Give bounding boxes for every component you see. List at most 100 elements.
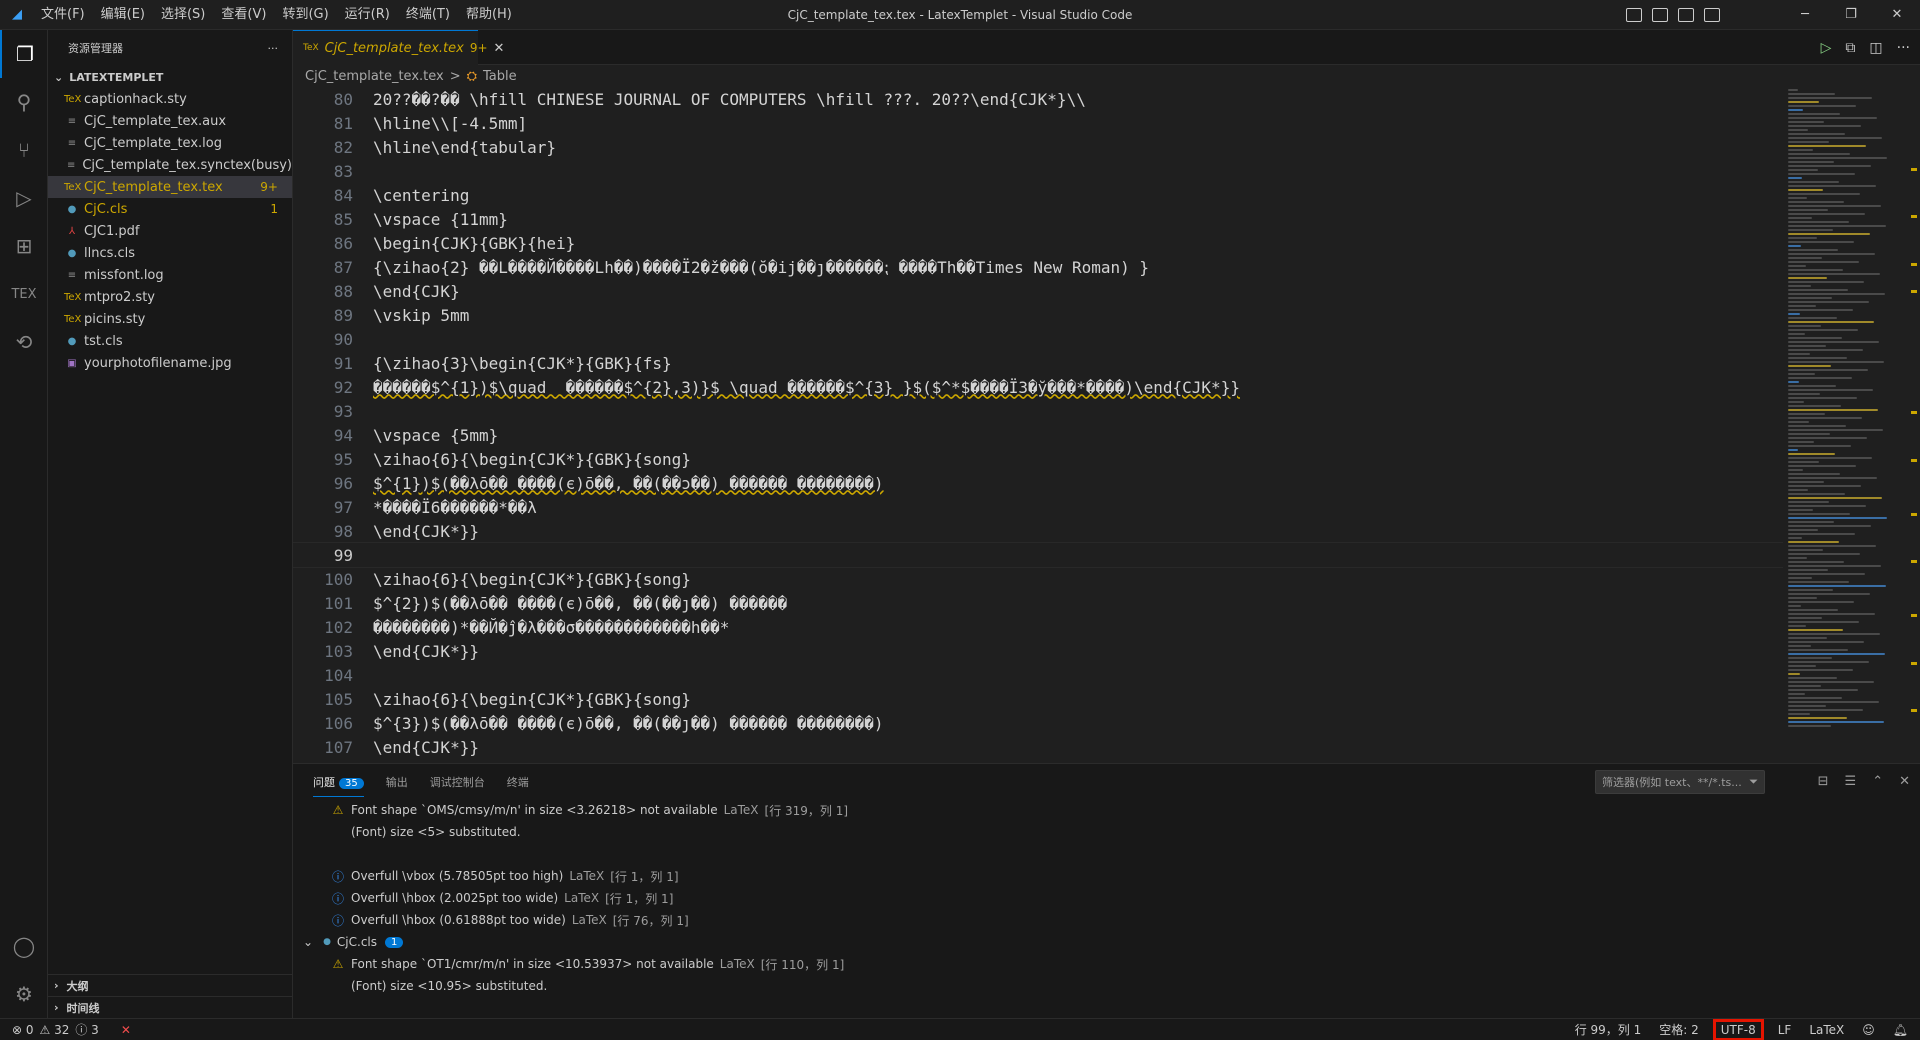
minimap-line	[1788, 485, 1861, 487]
close-panel-icon[interactable]: ✕	[1899, 774, 1910, 789]
tab-debug-console[interactable]: 调试控制台	[430, 774, 485, 790]
minimap-line	[1788, 545, 1876, 547]
tab-terminal[interactable]: 终端	[507, 774, 529, 790]
toggle-secondary-sidebar-icon[interactable]	[1678, 8, 1694, 22]
problem-row[interactable]: ⓘ Overfull \hbox (2.0025pt too wide) LaTeX…	[293, 887, 1920, 909]
timeline-section[interactable]: › 时间线	[48, 996, 293, 1018]
toggle-panel-icon[interactable]	[1652, 8, 1668, 22]
menu-item[interactable]: 运行(R)	[338, 0, 397, 30]
problem-row[interactable]: ⚠ Font shape `OT1/cmr/m/n' in size <10.53…	[293, 953, 1920, 975]
tab-problems[interactable]: 问题 35	[313, 767, 364, 797]
warnings-count[interactable]: ⚠ 32	[40, 1023, 70, 1037]
feedback-icon[interactable]: ☺	[1862, 1023, 1875, 1037]
tab-cjc-template-tex[interactable]: TeX CjC_template_tex.tex 9+ ✕	[293, 30, 504, 65]
minimap-line	[1788, 141, 1829, 143]
collapse-all-icon[interactable]: ⊟	[1818, 774, 1829, 789]
line-text: \centering	[373, 185, 470, 205]
file-item[interactable]: ≡ CjC_template_tex.synctex(busy)	[48, 154, 292, 176]
line-number: 86	[333, 233, 353, 253]
minimap-line	[1788, 121, 1824, 123]
minimap-line	[1788, 541, 1839, 543]
file-item[interactable]: ≡ CjC_template_tex.log	[48, 132, 292, 154]
view-as-list-icon[interactable]: ☰	[1845, 774, 1857, 789]
explorer-icon[interactable]: ❐	[0, 30, 48, 78]
run-icon[interactable]: ▷	[1821, 40, 1832, 56]
close-tab-icon[interactable]: ✕	[494, 41, 505, 56]
menu-item[interactable]: 选择(S)	[154, 0, 212, 30]
file-item[interactable]: ● llncs.cls	[48, 242, 292, 264]
run-debug-icon[interactable]: ▷	[0, 174, 48, 222]
file-item[interactable]: ⅄ CJC1.pdf	[48, 220, 292, 242]
toggle-sidebar-icon[interactable]	[1626, 8, 1642, 22]
extensions-icon[interactable]: ⊞	[0, 222, 48, 270]
encoding-selector[interactable]: UTF-8	[1712, 1018, 1764, 1040]
latex-fail-icon[interactable]: ✕	[121, 1023, 131, 1037]
minimap-line	[1788, 101, 1819, 103]
restore-button[interactable]: ❐	[1828, 0, 1874, 30]
line-text: \zihao{6}{\begin{CJK*}{GBK}{song}	[373, 449, 691, 469]
minimap-line	[1788, 397, 1857, 399]
language-mode[interactable]: LaTeX	[1809, 1023, 1844, 1037]
file-item[interactable]: ● CjC.cls 1	[48, 198, 292, 220]
menu-item[interactable]: 编辑(E)	[94, 0, 152, 30]
problem-row[interactable]: ⓘ Overfull \vbox (5.78505pt too high) LaTe…	[293, 865, 1920, 887]
file-item[interactable]: TeX captionhack.sty	[48, 88, 292, 110]
search-icon[interactable]: ⚲	[0, 78, 48, 126]
file-type-icon: ●	[67, 335, 77, 347]
errors-count[interactable]: ⊗ 0	[12, 1023, 34, 1037]
file-tree: TeX captionhack.sty ≡ CjC_template_tex.aux ≡…	[48, 88, 292, 374]
tab-output[interactable]: 输出	[386, 774, 408, 790]
file-item[interactable]: ▣ yourphotofilename.jpg	[48, 352, 292, 374]
split-editor-icon[interactable]: ◫	[1869, 40, 1882, 56]
more-icon[interactable]: ···	[1897, 40, 1910, 56]
file-type-icon: ⅄	[68, 225, 76, 237]
cursor-position[interactable]: 行 99，列 1	[1575, 1021, 1642, 1038]
customize-layout-icon[interactable]	[1704, 8, 1720, 22]
open-preview-icon[interactable]: ⧉	[1845, 40, 1855, 56]
file-item[interactable]: ● tst.cls	[48, 330, 292, 352]
minimap-line	[1788, 157, 1887, 159]
code-line: 96 $^{1})$(��λō�� ����(є)ō��, ��(��ɔ��) �…	[293, 471, 1783, 495]
problem-row[interactable]: (Font) size <5> substituted.	[293, 821, 1920, 843]
filter-icon[interactable]: ⏷	[1749, 775, 1758, 789]
file-item[interactable]: ≡ CjC_template_tex.aux	[48, 110, 292, 132]
tex-icon[interactable]: TEX	[0, 270, 48, 318]
remote-icon[interactable]: ⟲	[0, 318, 48, 366]
more-actions-icon[interactable]: ···	[268, 42, 279, 55]
source-control-icon[interactable]: ⑂	[0, 126, 48, 174]
problem-row[interactable]: (Font) size <10.95> substituted.	[293, 975, 1920, 997]
indentation[interactable]: 空格: 2	[1659, 1021, 1699, 1038]
minimap-line	[1788, 401, 1804, 403]
minimap[interactable]	[1788, 87, 1908, 763]
activity-bar: ❐ ⚲ ⑂ ▷ ⊞ TEX ⟲ ◯ ⚙	[0, 30, 48, 1018]
close-window-button[interactable]: ✕	[1874, 0, 1920, 30]
problem-row[interactable]: ⌄ ● CjC.cls 1	[293, 931, 1920, 953]
account-icon[interactable]: ◯	[0, 922, 48, 970]
file-item[interactable]: TeX mtpro2.sty	[48, 286, 292, 308]
overview-ruler[interactable]	[1908, 87, 1920, 763]
minimize-button[interactable]: ─	[1782, 0, 1828, 30]
breadcrumb-file[interactable]: CjC_template_tex.tex	[305, 69, 444, 84]
outline-section[interactable]: › 大纲	[48, 974, 293, 996]
problem-row[interactable]: ⓘ Overfull \hbox (0.61888pt too wide) LaTe…	[293, 909, 1920, 931]
file-item[interactable]: TeX picins.sty	[48, 308, 292, 330]
menu-item[interactable]: 转到(G)	[275, 0, 335, 30]
menu-item[interactable]: 终端(T)	[399, 0, 457, 30]
minimap-line	[1788, 577, 1812, 579]
file-item[interactable]: TeX CjC_template_tex.tex 9+	[48, 176, 292, 198]
code-editor[interactable]: 80 20??��?�� \hfill CHINESE JOURNAL OF CO…	[293, 87, 1783, 763]
file-name: picins.sty	[84, 311, 146, 327]
end-of-line[interactable]: LF	[1778, 1023, 1792, 1037]
settings-gear-icon[interactable]: ⚙	[0, 970, 48, 1018]
menu-item[interactable]: 帮助(H)	[459, 0, 519, 30]
breadcrumb-symbol[interactable]: Table	[483, 69, 517, 84]
notifications-bell-icon[interactable]: 🔔︎	[1893, 1023, 1908, 1037]
menu-item[interactable]: 查看(V)	[214, 0, 273, 30]
maximize-panel-icon[interactable]: ⌃	[1872, 774, 1883, 789]
workspace-folder[interactable]: ⌄ LATEXTEMPLET	[48, 66, 292, 88]
problem-row[interactable]: ⚠ Font shape `OMS/cmsy/m/n' in size <3.26…	[293, 799, 1920, 821]
file-item[interactable]: ≡ missfont.log	[48, 264, 292, 286]
infos-count[interactable]: ⓘ 3	[75, 1021, 98, 1038]
problems-filter-input[interactable]: 筛选器(例如 text、**/*.ts... ⏷	[1595, 770, 1765, 794]
menu-item[interactable]: 文件(F)	[34, 0, 92, 30]
